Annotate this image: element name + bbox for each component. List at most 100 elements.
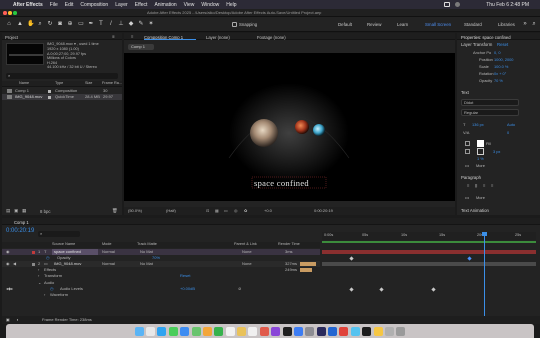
waveform-row[interactable]: › Waveform	[2, 292, 320, 298]
messages-icon[interactable]	[168, 326, 178, 336]
toggle-switches-icon[interactable]: ▣	[6, 318, 10, 322]
exposure-value[interactable]: +0.0	[264, 209, 272, 213]
hand-tool-icon[interactable]: ✋	[27, 21, 34, 27]
menu-effect[interactable]: Effect	[135, 2, 148, 8]
more-paragraph-icon[interactable]: •••	[465, 196, 469, 200]
col-type[interactable]: Type	[55, 81, 63, 86]
maps-icon[interactable]	[191, 326, 201, 336]
workspace-more-icon[interactable]: »	[522, 21, 528, 27]
keyframe-icon[interactable]	[379, 286, 384, 292]
stroke-color-swatch[interactable]	[477, 148, 484, 155]
battery-icon[interactable]	[444, 2, 450, 7]
snapping-checkbox[interactable]	[232, 22, 237, 27]
photos-icon[interactable]	[202, 326, 212, 336]
clone-tool-icon[interactable]: ⊥	[118, 21, 124, 27]
terminal-icon[interactable]	[362, 326, 372, 336]
stroke-width-value[interactable]: 3 px	[493, 150, 500, 154]
more-text-icon[interactable]: •••	[465, 164, 469, 168]
calendar-icon[interactable]	[225, 326, 235, 336]
layer-mode[interactable]: Normal	[102, 250, 115, 254]
keyframe-icon[interactable]	[431, 286, 436, 292]
trash-icon[interactable]: 🗑	[112, 208, 118, 213]
trash-dock-icon[interactable]	[396, 326, 406, 336]
zoom-window-icon[interactable]	[13, 11, 17, 15]
chrome-icon[interactable]	[339, 326, 349, 336]
project-menu-icon[interactable]: ≡	[112, 34, 115, 39]
zoom-app-icon[interactable]	[328, 326, 338, 336]
keyframe-icon[interactable]	[349, 286, 354, 292]
rotate-tool-icon[interactable]: ↻	[47, 21, 53, 27]
folder-icon[interactable]	[373, 326, 383, 336]
properties-title[interactable]: Properties: space confined	[461, 35, 511, 40]
viewer-timecode[interactable]: 0:00:20:19	[314, 209, 333, 213]
minimize-window-icon[interactable]	[8, 11, 12, 15]
leading-value[interactable]: 0	[507, 131, 509, 135]
stopwatch-icon[interactable]: ◷	[50, 287, 54, 291]
after-effects-icon[interactable]	[316, 326, 326, 336]
project-item-row[interactable]: IMG_9048.mov QuickTime 28.4 MB 29.97	[2, 94, 122, 100]
layer-duration-bar[interactable]	[322, 262, 536, 266]
downloads-icon[interactable]	[384, 326, 394, 336]
roto-brush-tool-icon[interactable]: ✎	[138, 21, 144, 27]
reset-button[interactable]: Reset	[497, 42, 508, 47]
work-area-bar[interactable]	[322, 241, 536, 243]
stopwatch-icon[interactable]: ◷	[46, 256, 50, 260]
transparency-grid-icon[interactable]: ▦	[215, 209, 219, 213]
rectangle-tool-icon[interactable]: ▭	[78, 21, 84, 27]
workspace-learn[interactable]: Learn	[397, 22, 408, 27]
layer-mode[interactable]: Normal	[102, 262, 115, 266]
tab-footage[interactable]: Footage (none)	[257, 35, 286, 40]
resolution-dropdown[interactable]: (Half)	[166, 209, 176, 213]
camera-icon[interactable]: ◎	[234, 209, 238, 213]
facetime-icon[interactable]	[214, 326, 224, 336]
rotation-value[interactable]: 0x + 0°	[494, 72, 506, 76]
layer-parent[interactable]: None	[242, 250, 252, 254]
snapshot-icon[interactable]: ✿	[244, 209, 247, 213]
fill-checkbox[interactable]	[465, 141, 470, 146]
layer-track-matte[interactable]: No Mat	[140, 250, 153, 254]
finder-icon[interactable]	[134, 326, 144, 336]
settings-icon[interactable]	[305, 326, 315, 336]
layer-duration-bar[interactable]	[322, 250, 536, 254]
timeline-tab[interactable]: Comp 1	[14, 220, 29, 225]
launchpad-icon[interactable]	[146, 326, 156, 336]
more-paragraph-button[interactable]: More	[476, 196, 485, 200]
align-left-icon[interactable]: ≡	[467, 183, 469, 188]
menu-layer[interactable]: Layer	[115, 2, 128, 8]
mask-visibility-icon[interactable]: ▭	[224, 209, 228, 213]
workspace-small-screen[interactable]: Small Screen	[425, 22, 451, 27]
tv-icon[interactable]	[282, 326, 292, 336]
composition-canvas[interactable]: space confined	[124, 53, 455, 201]
menu-view[interactable]: View	[184, 2, 195, 8]
lock-icon[interactable]: ≡	[131, 34, 133, 39]
new-comp-icon[interactable]: ▦	[22, 208, 26, 213]
notes-icon[interactable]	[237, 326, 247, 336]
close-window-icon[interactable]	[3, 11, 7, 15]
menu-file[interactable]: File	[50, 2, 58, 8]
transform-reset[interactable]: Reset	[180, 274, 190, 278]
col-mode[interactable]: Mode	[102, 242, 112, 247]
time-ruler[interactable]	[322, 232, 536, 240]
workspace-standard[interactable]: Standard	[464, 22, 482, 27]
visibility-eye-icon[interactable]: ◉	[6, 250, 10, 254]
col-track-matte[interactable]: Track Matte	[137, 242, 157, 247]
region-of-interest-icon[interactable]: ⊡	[206, 209, 209, 213]
chevron-right-icon[interactable]: ›	[44, 293, 45, 297]
zoom-tool-icon[interactable]: ⌕	[37, 21, 43, 27]
menu-window[interactable]: Window	[201, 2, 219, 8]
chevron-right-icon[interactable]: ›	[38, 268, 39, 272]
fill-color-swatch[interactable]	[477, 140, 484, 147]
search-help-icon[interactable]: ⌕	[531, 21, 537, 27]
control-center-icon[interactable]	[455, 2, 460, 7]
workspace-libraries[interactable]: Libraries	[498, 22, 515, 27]
transform-group-row[interactable]: › Transform Reset	[2, 273, 320, 279]
justify-icon[interactable]: ≡	[491, 183, 493, 188]
keyframe-nav-icon[interactable]: ◂◆▸	[6, 287, 13, 291]
layer-name[interactable]: IMG_9048.mov	[54, 262, 81, 266]
chevron-right-icon[interactable]: ›	[38, 274, 39, 278]
brush-tool-icon[interactable]: /	[108, 21, 114, 27]
align-center-icon[interactable]: ≡	[475, 183, 478, 189]
font-size-value[interactable]: 136 px	[472, 123, 484, 127]
podcasts-icon[interactable]	[271, 326, 281, 336]
music-icon[interactable]	[259, 326, 269, 336]
